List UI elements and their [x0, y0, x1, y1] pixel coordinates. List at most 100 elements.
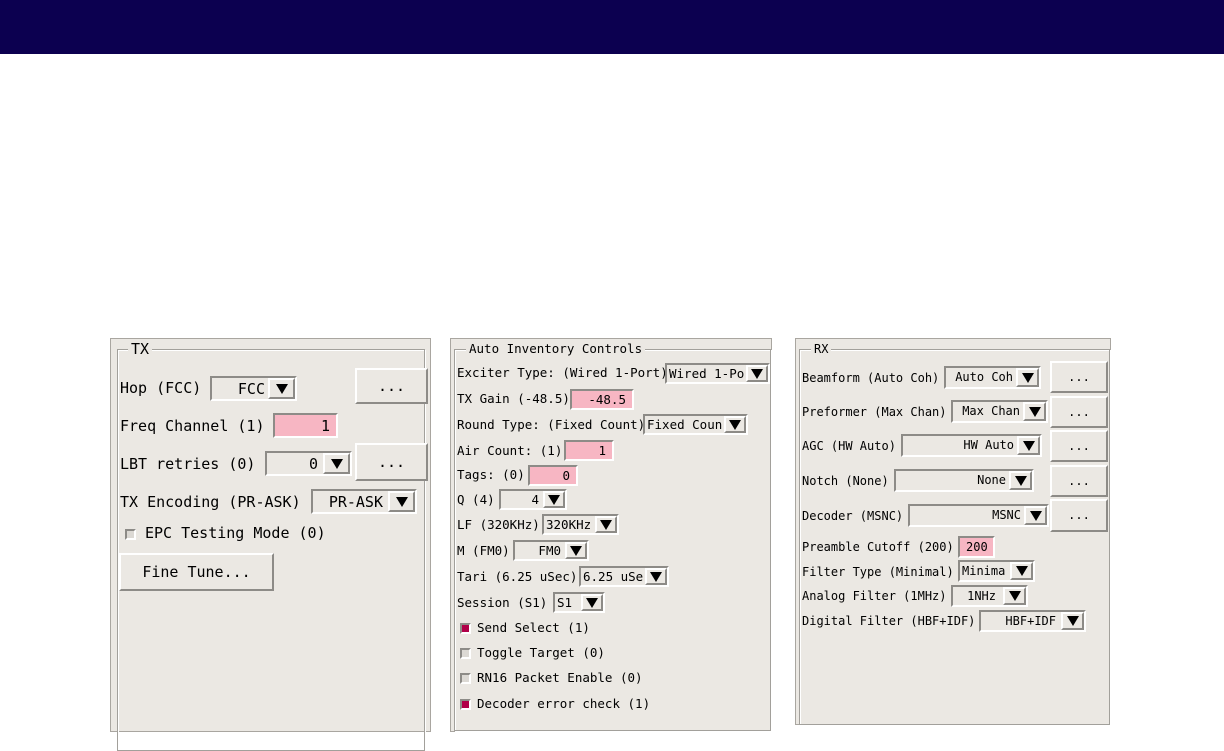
exciter-dropdown-arrow[interactable] [746, 365, 768, 382]
preamble-cutoff-field[interactable]: 200 [958, 536, 995, 558]
agc-select[interactable]: HW Auto [901, 434, 1042, 457]
round-type-select[interactable]: Fixed Coun [643, 414, 748, 435]
filter-type-value: Minima [962, 564, 1006, 578]
decoder-error-label: Decoder error check (1) [477, 696, 651, 711]
rn16-packet-label: RN16 Packet Enable (0) [477, 670, 643, 685]
filter-type-select[interactable]: Minima [958, 560, 1035, 582]
hop-dropdown-arrow[interactable] [268, 378, 295, 399]
decoder-error-checkbox[interactable] [460, 699, 471, 710]
preformer-select[interactable]: Max Chan [951, 400, 1048, 423]
analog-filter-dropdown-arrow[interactable] [1003, 587, 1026, 605]
filter-type-label: Filter Type (Minimal) [802, 565, 954, 579]
digital-filter-label: Digital Filter (HBF+IDF) [802, 614, 976, 628]
decoder-label: Decoder (MSNC) [802, 509, 904, 523]
round-type-label: Round Type: (Fixed Count) [457, 417, 646, 432]
tari-label: Tari (6.25 uSec) [457, 569, 578, 584]
fine-tune-button[interactable]: Fine Tune... [119, 553, 274, 591]
lf-value: 320KHz [546, 517, 592, 532]
beamform-select[interactable]: Auto Coh [944, 366, 1041, 389]
notch-value: None [977, 473, 1006, 487]
digital-filter-select[interactable]: HBF+IDF [979, 610, 1086, 632]
q-dropdown-arrow[interactable] [543, 491, 565, 508]
hop-label: Hop (FCC) [120, 379, 202, 397]
digital-filter-value: HBF+IDF [1005, 614, 1056, 628]
lbt-more-button[interactable]: ... [355, 443, 428, 481]
toggle-target-checkbox[interactable] [460, 648, 471, 659]
decoder-more-button[interactable]: ... [1050, 499, 1108, 532]
beamform-value: Auto Coh [955, 370, 1013, 384]
lbt-retries-label: LBT retries (0) [120, 455, 256, 473]
notch-select[interactable]: None [894, 469, 1034, 492]
rn16-packet-checkbox[interactable] [460, 673, 471, 684]
digital-filter-dropdown-arrow[interactable] [1061, 612, 1084, 630]
tari-select[interactable]: 6.25 uSe [579, 566, 669, 587]
analog-filter-select[interactable]: 1NHz [951, 585, 1028, 607]
tx-gain-field[interactable]: -48.5 [570, 389, 634, 410]
chevron-down-icon [330, 458, 343, 469]
hop-more-button[interactable]: ... [355, 368, 428, 404]
tari-dropdown-arrow[interactable] [645, 568, 667, 585]
decoder-select[interactable]: MSNC [908, 504, 1049, 527]
tx-encoding-label: TX Encoding (PR-ASK) [120, 493, 301, 511]
lf-label: LF (320KHz) [457, 517, 540, 532]
air-count-label: Air Count: (1) [457, 443, 563, 458]
lf-select[interactable]: 320KHz [542, 514, 619, 535]
m-select[interactable]: FM0 [513, 540, 589, 561]
tx-group: TX [117, 341, 425, 751]
notch-more-button[interactable]: ... [1050, 465, 1108, 497]
epc-testing-checkbox[interactable] [125, 529, 136, 540]
send-select-checkbox[interactable] [460, 623, 471, 634]
session-dropdown-arrow[interactable] [581, 594, 603, 611]
agc-value: HW Auto [963, 438, 1014, 452]
decoder-dropdown-arrow[interactable] [1024, 506, 1047, 525]
m-value: FM0 [538, 543, 561, 558]
agc-more-button[interactable]: ... [1050, 430, 1108, 462]
agc-label: AGC (HW Auto) [802, 439, 896, 453]
lf-dropdown-arrow[interactable] [595, 516, 617, 533]
toggle-target-label: Toggle Target (0) [477, 645, 605, 660]
chevron-down-icon [395, 496, 408, 507]
preformer-label: Preformer (Max Chan) [802, 405, 947, 419]
exciter-type-label: Exciter Type: (Wired 1-Port) [457, 365, 668, 380]
chevron-down-icon [751, 368, 763, 379]
exciter-type-select[interactable]: Wired 1-Por [665, 363, 770, 384]
tx-panel: TX Hop (FCC) FCC ... Freq Channel (1) 1 … [110, 338, 431, 751]
chevron-down-icon [275, 383, 288, 394]
tx-encoding-dropdown-arrow[interactable] [388, 491, 415, 512]
beamform-more-button[interactable]: ... [1050, 361, 1108, 393]
tags-label: Tags: (0) [457, 467, 525, 482]
session-select[interactable]: S1 [553, 592, 605, 613]
preformer-value: Max Chan [962, 404, 1020, 418]
auto-inventory-title: Auto Inventory Controls [466, 341, 646, 357]
notch-dropdown-arrow[interactable] [1009, 471, 1032, 490]
preformer-more-button[interactable]: ... [1050, 396, 1108, 428]
air-count-field[interactable]: 1 [564, 440, 614, 461]
tags-field[interactable]: 0 [528, 465, 578, 486]
rx-group-title: RX [811, 341, 832, 357]
freq-channel-field[interactable]: 1 [273, 413, 338, 438]
q-select[interactable]: 4 [499, 489, 567, 510]
tari-value: 6.25 uSe [583, 569, 643, 584]
preformer-dropdown-arrow[interactable] [1023, 402, 1046, 421]
tx-encoding-value: PR-ASK [328, 493, 383, 511]
agc-dropdown-arrow[interactable] [1017, 436, 1040, 455]
notch-label: Notch (None) [802, 474, 889, 488]
session-label: Session (S1) [457, 595, 548, 610]
round-type-dropdown-arrow[interactable] [724, 416, 746, 433]
beamform-label: Beamform (Auto Coh) [802, 371, 940, 385]
filter-type-dropdown-arrow[interactable] [1010, 562, 1033, 580]
tx-group-title: TX [128, 341, 153, 357]
chevron-down-icon [548, 494, 560, 505]
chevron-down-icon [570, 545, 582, 556]
lbt-dropdown-arrow[interactable] [323, 453, 350, 474]
epc-testing-label: EPC Testing Mode (0) [145, 524, 326, 542]
exciter-type-value: Wired 1-Por [669, 366, 744, 381]
tx-encoding-select[interactable]: PR-ASK [311, 489, 417, 514]
beamform-dropdown-arrow[interactable] [1016, 368, 1039, 387]
analog-filter-label: Analog Filter (1MHz) [802, 589, 947, 603]
m-dropdown-arrow[interactable] [565, 542, 587, 559]
lbt-retries-select[interactable]: 0 [265, 451, 352, 476]
round-type-value: Fixed Coun [647, 417, 722, 432]
chevron-down-icon [729, 419, 741, 430]
hop-select[interactable]: FCC [210, 376, 297, 401]
